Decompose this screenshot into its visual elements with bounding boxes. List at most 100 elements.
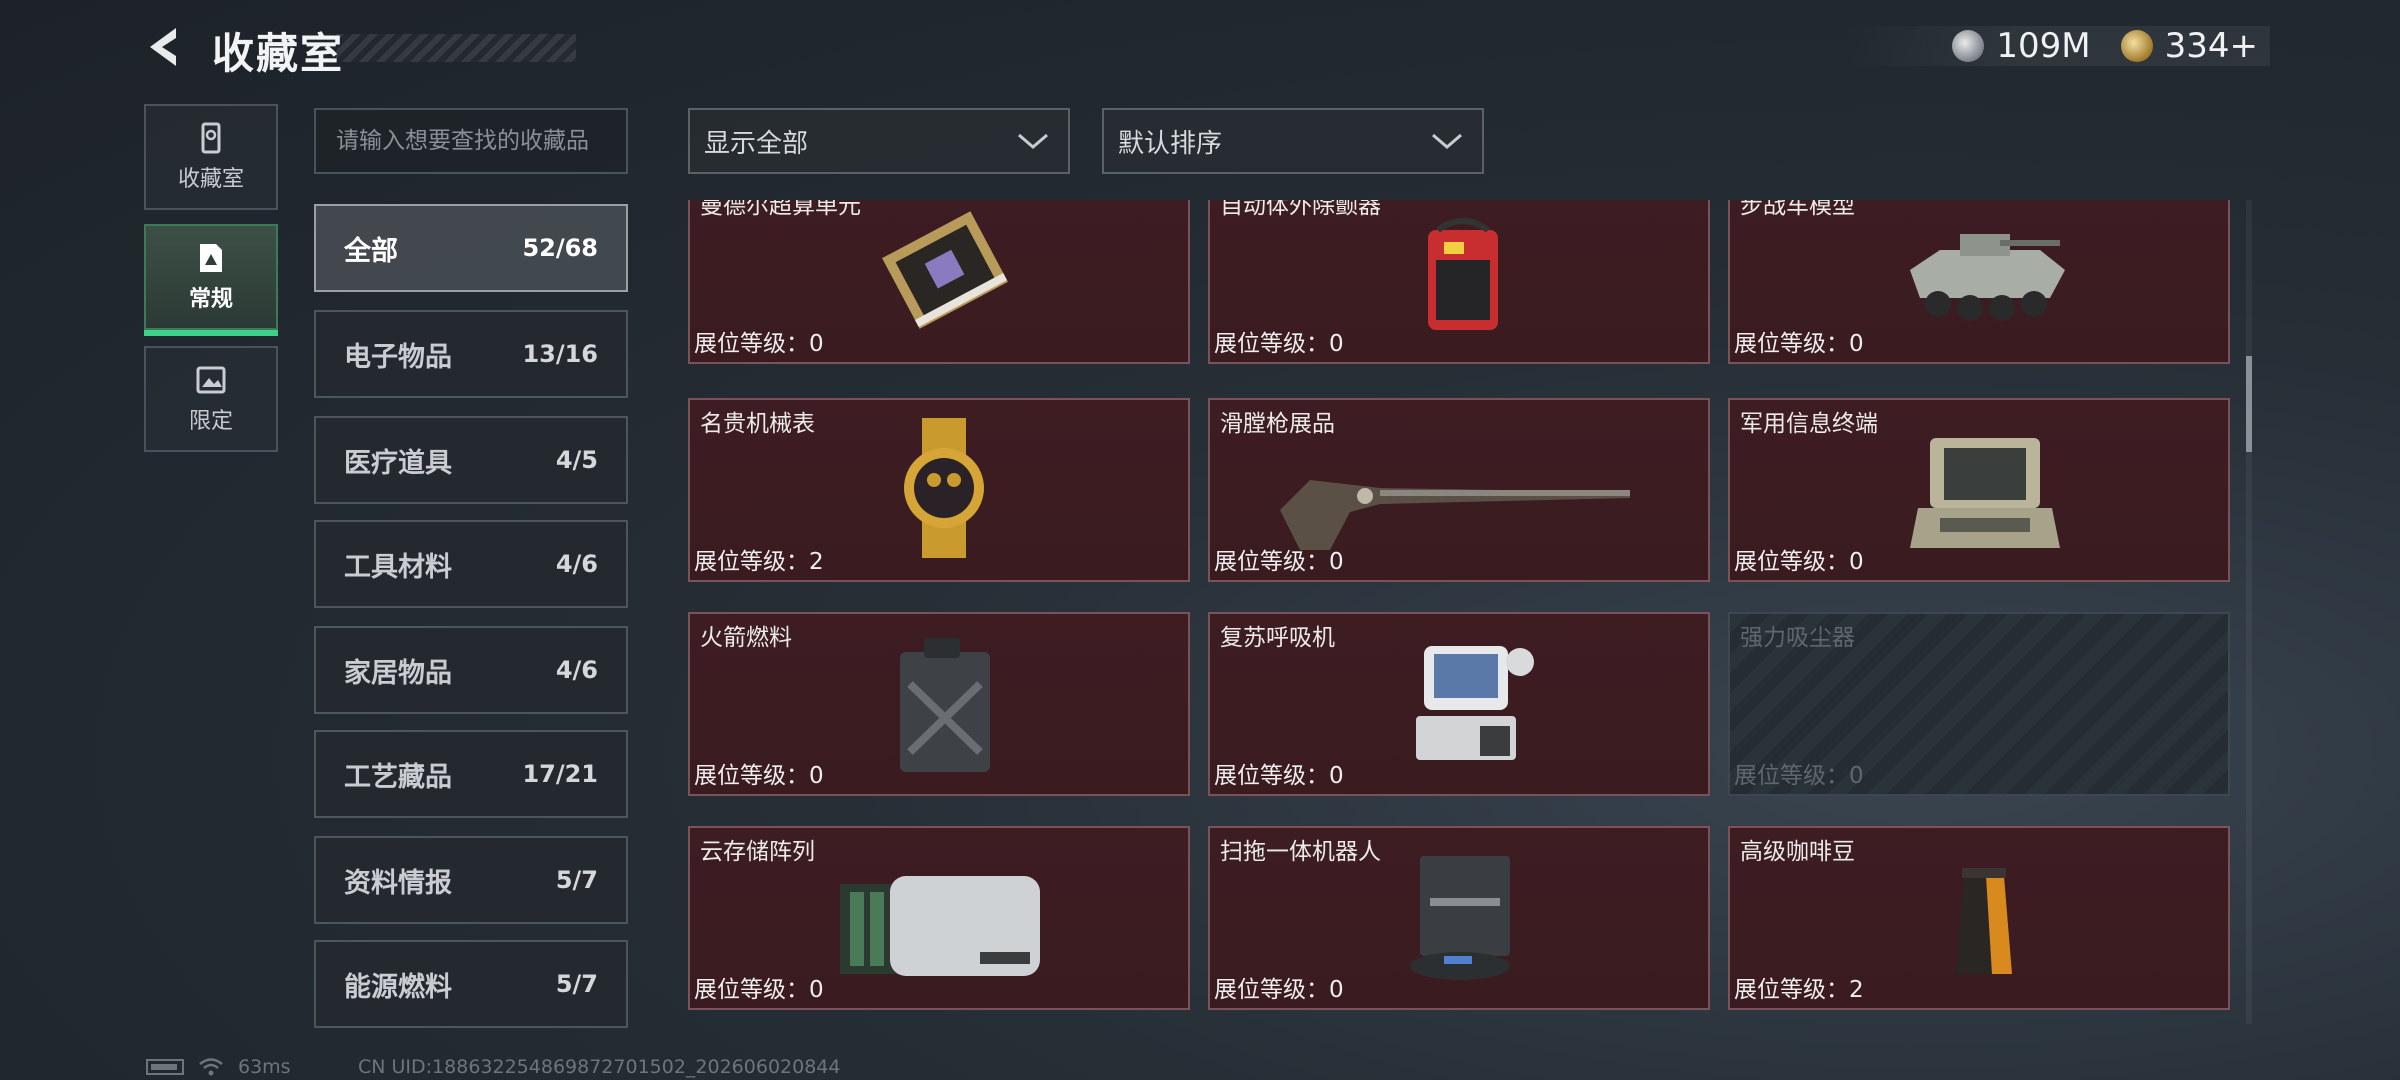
- category-count: 5/7: [555, 970, 598, 998]
- item-name: 军用信息终端: [1740, 411, 1878, 437]
- collection-card[interactable]: 复苏呼吸机 展位等级：0: [1208, 612, 1710, 796]
- category-electronics[interactable]: 电子物品 13/16: [314, 310, 628, 398]
- item-name: 曼德尔超算单元: [700, 200, 861, 219]
- item-name: 名贵机械表: [700, 411, 815, 437]
- item-name: 步战车模型: [1740, 200, 1855, 219]
- display-filter-dropdown[interactable]: 显示全部: [688, 108, 1070, 174]
- military-terminal-icon: [1910, 438, 2060, 548]
- exhibit-level: 展位等级：0: [1214, 763, 1344, 789]
- storage-array-icon: [840, 876, 1040, 976]
- collection-card[interactable]: 滑膛枪展品 展位等级：0: [1208, 398, 1710, 582]
- item-name: 自动体外除颤器: [1220, 200, 1381, 219]
- item-name: 火箭燃料: [700, 625, 792, 651]
- exhibit-level: 展位等级：0: [694, 763, 824, 789]
- exhibit-level: 展位等级：2: [694, 549, 824, 575]
- battery-icon: [146, 1059, 184, 1075]
- category-name: 能源燃料: [344, 971, 452, 1003]
- exhibit-level: 展位等级：0: [1214, 331, 1344, 357]
- collection-room-icon: [201, 122, 221, 154]
- category-energy[interactable]: 能源燃料 5/7: [314, 940, 628, 1028]
- exhibit-level: 展位等级：0: [1734, 549, 1864, 575]
- wifi-icon: [199, 1058, 223, 1076]
- collection-card[interactable]: 云存储阵列 展位等级：0: [688, 826, 1190, 1010]
- category-count: 5/7: [555, 866, 598, 894]
- grid-scrollbar-track[interactable]: [2246, 200, 2252, 1024]
- category-count: 4/5: [555, 446, 598, 474]
- tab-regular[interactable]: 常规: [144, 224, 278, 336]
- fuel-jerrycan-icon: [900, 638, 990, 772]
- tab-collection-room[interactable]: 收藏室: [144, 104, 278, 210]
- item-name: 高级咖啡豆: [1740, 839, 1855, 865]
- category-count: 13/16: [522, 340, 598, 368]
- back-arrow-icon[interactable]: [140, 22, 190, 72]
- limited-icon: [196, 366, 226, 394]
- ping-value: 63ms: [238, 1056, 291, 1078]
- ventilator-icon: [1416, 646, 1534, 760]
- grid-scrollbar-thumb[interactable]: [2246, 356, 2252, 452]
- chevron-down-icon: [1432, 133, 1462, 149]
- category-name: 电子物品: [344, 341, 452, 373]
- category-name: 工具材料: [344, 551, 452, 583]
- silver-coin-value: 109M: [1996, 26, 2091, 66]
- item-name: 滑膛枪展品: [1220, 411, 1335, 437]
- collection-card[interactable]: 火箭燃料 展位等级：0: [688, 612, 1190, 796]
- silver-coin-icon: [1952, 30, 1985, 62]
- collection-card[interactable]: 曼德尔超算单元 展位等级：0: [688, 200, 1190, 364]
- collection-card[interactable]: 自动体外除颤器 展位等级：0: [1208, 200, 1710, 364]
- coffee-bag-icon: [1956, 868, 2012, 974]
- user-uid: CN UID:188632254869872701502_20260602084…: [358, 1056, 841, 1078]
- sort-dropdown[interactable]: 默认排序: [1102, 108, 1484, 174]
- category-name: 医疗道具: [344, 447, 452, 479]
- category-all[interactable]: 全部 52/68: [314, 204, 628, 292]
- gold-coin-icon: [2120, 30, 2153, 62]
- category-name: 全部: [344, 235, 398, 267]
- exhibit-level: 展位等级：0: [1734, 763, 1864, 789]
- active-tab-indicator: [144, 330, 278, 336]
- tab-label: 限定: [188, 409, 233, 434]
- supercomputer-unit-icon: [882, 211, 1008, 329]
- collection-card-locked[interactable]: 强力吸尘器 展位等级：0: [1728, 612, 2230, 796]
- regular-icon: [200, 244, 222, 272]
- category-tools[interactable]: 工具材料 4/6: [314, 520, 628, 608]
- collection-grid[interactable]: 曼德尔超算单元 展位等级：0 自动体外除颤器 展位等级：0 步战车模型 展位等级…: [688, 200, 2232, 1024]
- category-count: 4/6: [555, 550, 598, 578]
- category-name: 资料情报: [344, 867, 452, 899]
- sort-value: 默认排序: [1118, 128, 1223, 159]
- exhibit-level: 展位等级：0: [1214, 549, 1344, 575]
- tab-limited[interactable]: 限定: [144, 346, 278, 452]
- category-name: 工艺藏品: [344, 761, 452, 793]
- chevron-down-icon: [1018, 133, 1048, 149]
- category-name: 家居物品: [344, 657, 452, 689]
- armored-vehicle-model-icon: [1910, 234, 2065, 321]
- item-name: 云存储阵列: [700, 839, 815, 865]
- exhibit-level: 展位等级：0: [694, 977, 824, 1003]
- item-name: 强力吸尘器: [1740, 625, 1855, 651]
- category-intel[interactable]: 资料情报 5/7: [314, 836, 628, 924]
- page-title: 收藏室: [212, 29, 345, 78]
- currency-bar: 109M 334+: [1842, 26, 2270, 66]
- gold-coin-value[interactable]: 334+: [2165, 26, 2258, 66]
- tab-label: 常规: [188, 287, 233, 312]
- item-name: 扫拖一体机器人: [1220, 839, 1381, 865]
- robot-vacuum-icon: [1410, 856, 1510, 980]
- exhibit-level: 展位等级：2: [1734, 977, 1864, 1003]
- search-input[interactable]: [314, 108, 628, 174]
- category-household[interactable]: 家居物品 4/6: [314, 626, 628, 714]
- display-filter-value: 显示全部: [704, 128, 809, 159]
- status-footer: 63ms: [146, 1056, 291, 1078]
- collection-card[interactable]: 高级咖啡豆 展位等级：2: [1728, 826, 2230, 1010]
- defibrillator-icon: [1428, 218, 1498, 330]
- category-medical[interactable]: 医疗道具 4/5: [314, 416, 628, 504]
- item-name: 复苏呼吸机: [1220, 625, 1335, 651]
- category-crafts[interactable]: 工艺藏品 17/21: [314, 730, 628, 818]
- exhibit-level: 展位等级：0: [1734, 331, 1864, 357]
- collection-card[interactable]: 扫拖一体机器人 展位等级：0: [1208, 826, 1710, 1010]
- exhibit-level: 展位等级：0: [1214, 977, 1344, 1003]
- title-decoration: [336, 34, 576, 62]
- collection-card[interactable]: 步战车模型 展位等级：0: [1728, 200, 2230, 364]
- collection-card[interactable]: 军用信息终端 展位等级：0: [1728, 398, 2230, 582]
- category-count: 52/68: [522, 234, 598, 262]
- collection-card[interactable]: 名贵机械表 展位等级：2: [688, 398, 1190, 582]
- category-count: 17/21: [522, 760, 598, 788]
- category-count: 4/6: [555, 656, 598, 684]
